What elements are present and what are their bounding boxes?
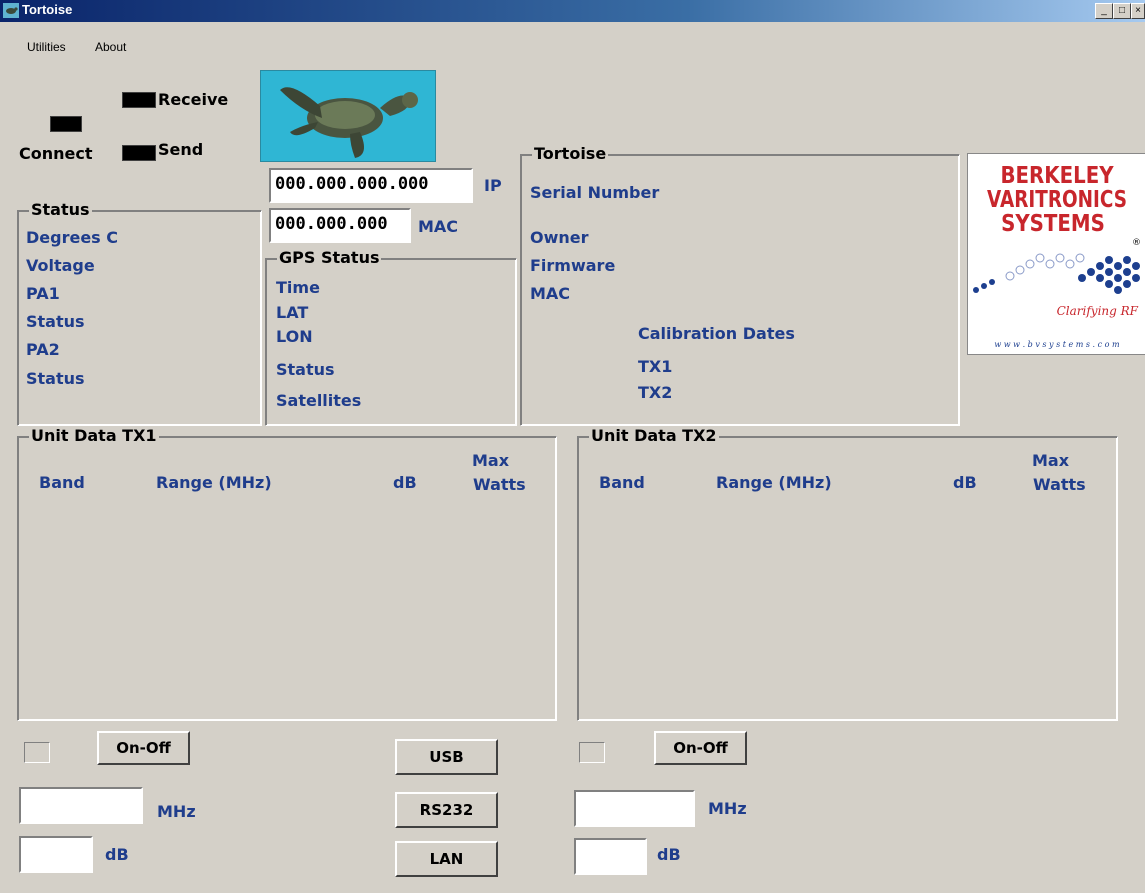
gps-lat-label: LAT — [276, 303, 309, 322]
send-led — [122, 145, 156, 161]
receive-led — [122, 92, 156, 108]
tx1-watts-header: Watts — [473, 475, 526, 494]
menu-about[interactable]: About — [95, 40, 126, 54]
logo-tagline: Clarifying RF — [1056, 304, 1138, 318]
tx1-band-header: Band — [39, 473, 85, 492]
status-group-title: Status — [29, 200, 92, 219]
receive-label: Receive — [158, 90, 229, 109]
calibration-tx1-label: TX1 — [638, 357, 673, 376]
status-pa1-status-label: Status — [26, 312, 85, 331]
rs232-button[interactable]: RS232 — [395, 792, 498, 828]
tortoise-mac-label: MAC — [530, 284, 571, 303]
tx2-on-off-button[interactable]: On-Off — [654, 731, 747, 765]
status-voltage-label: Voltage — [26, 256, 95, 275]
tx2-db-input[interactable] — [574, 838, 647, 875]
gps-lon-label: LON — [276, 327, 313, 346]
tx2-band-header: Band — [599, 473, 645, 492]
ip-input[interactable]: 000.000.000.000 — [269, 168, 473, 203]
ip-label: IP — [484, 176, 502, 195]
window-title: Tortoise — [22, 2, 73, 17]
connect-label: Connect — [19, 144, 93, 163]
title-bar[interactable]: Tortoise _ □ × — [0, 0, 1145, 22]
tx1-mhz-input[interactable] — [19, 787, 143, 824]
status-pa2-status-label: Status — [26, 369, 85, 388]
menu-bar: Utilities About — [0, 22, 1145, 54]
usb-button[interactable]: USB — [395, 739, 498, 775]
tx2-mhz-input[interactable] — [574, 790, 695, 827]
tx1-on-off-button[interactable]: On-Off — [97, 731, 190, 765]
tortoise-group-title: Tortoise — [532, 144, 609, 163]
calibration-tx2-label: TX2 — [638, 383, 673, 402]
gps-status-group-title: GPS Status — [277, 248, 382, 267]
mac-input[interactable]: 000.000.000 — [269, 208, 411, 243]
tx2-max-header: Max — [1032, 451, 1070, 470]
logo-url: w w w . b v s y s t e m s . c o m — [994, 340, 1120, 349]
serial-number-label: Serial Number — [530, 183, 660, 202]
status-degrees-label: Degrees C — [26, 228, 119, 247]
mac-label: MAC — [418, 217, 459, 236]
maximize-button[interactable]: □ — [1113, 3, 1131, 19]
logo-line1: BERKELEY — [1000, 163, 1114, 189]
hexagon-pattern-graphic — [973, 253, 1140, 294]
tx2-db-header: dB — [953, 473, 977, 492]
tx1-range-header: Range (MHz) — [156, 473, 272, 492]
turtle-image — [260, 70, 436, 162]
tx1-db-input[interactable] — [19, 836, 93, 873]
tx1-enable-checkbox[interactable] — [24, 742, 50, 763]
owner-label: Owner — [530, 228, 589, 247]
calibration-dates-label: Calibration Dates — [638, 324, 795, 343]
status-pa2-label: PA2 — [26, 340, 60, 359]
gps-time-label: Time — [276, 278, 320, 297]
tx2-watts-header: Watts — [1033, 475, 1086, 494]
tx2-range-header: Range (MHz) — [716, 473, 832, 492]
minimize-button[interactable]: _ — [1095, 3, 1113, 19]
turtle-app-icon — [3, 3, 19, 18]
connect-led — [50, 116, 82, 132]
unit-data-tx2-title: Unit Data TX2 — [589, 426, 719, 445]
status-pa1-label: PA1 — [26, 284, 60, 303]
close-button[interactable]: × — [1131, 3, 1145, 19]
gps-status-label: Status — [276, 360, 335, 379]
menu-utilities[interactable]: Utilities — [27, 40, 66, 54]
tx1-mhz-label: MHz — [157, 802, 196, 821]
tx1-db-header: dB — [393, 473, 417, 492]
send-label: Send — [158, 140, 204, 159]
tx1-db-label: dB — [105, 845, 129, 864]
lan-button[interactable]: LAN — [395, 841, 498, 877]
tx2-mhz-label: MHz — [708, 799, 747, 818]
firmware-label: Firmware — [530, 256, 616, 275]
tx2-db-label: dB — [657, 845, 681, 864]
unit-data-tx1-title: Unit Data TX1 — [29, 426, 159, 445]
bvs-logo: BERKELEY VARITRONICS SYSTEMS ® Clarifyin… — [967, 153, 1145, 355]
logo-line2: VARITRONICS — [987, 187, 1127, 213]
tx1-max-header: Max — [472, 451, 510, 470]
tx2-enable-checkbox[interactable] — [579, 742, 605, 763]
gps-satellites-label: Satellites — [276, 391, 362, 410]
logo-line3: SYSTEMS — [1001, 211, 1105, 237]
